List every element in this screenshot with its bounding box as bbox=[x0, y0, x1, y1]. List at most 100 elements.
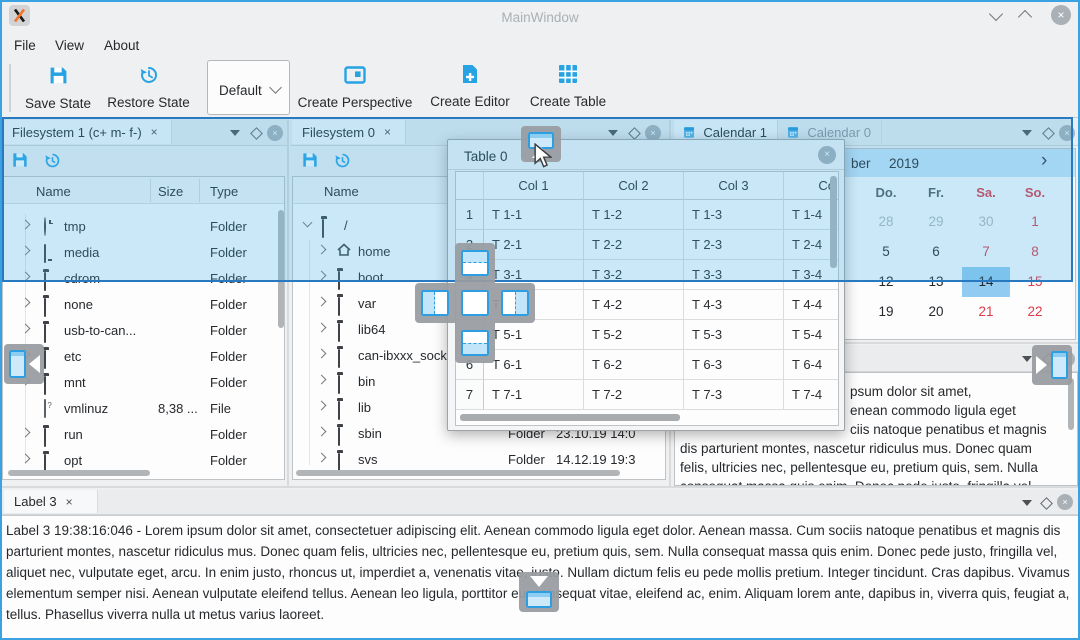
table-cell[interactable]: T 5-1 bbox=[484, 320, 584, 350]
create-editor-button[interactable]: Create Editor bbox=[424, 62, 516, 116]
table-row[interactable]: cdrom Folder bbox=[3, 264, 277, 290]
tab-close-icon[interactable]: × bbox=[66, 496, 73, 508]
panel-close-icon[interactable]: × bbox=[1057, 494, 1073, 510]
table-cell[interactable]: T 2-3 bbox=[684, 230, 784, 260]
restore-state-button[interactable]: Restore State bbox=[101, 62, 196, 116]
table-cell[interactable]: T 7-2 bbox=[584, 380, 684, 410]
expander-icon[interactable] bbox=[317, 271, 327, 281]
floating-titlebar[interactable]: Table 0 × bbox=[448, 140, 844, 170]
perspective-combobox[interactable]: Default bbox=[207, 60, 290, 115]
expander-icon[interactable] bbox=[317, 401, 327, 411]
expander-icon[interactable] bbox=[21, 246, 31, 256]
year-label[interactable]: 2019 bbox=[889, 154, 919, 173]
expander-icon[interactable] bbox=[317, 453, 327, 463]
day-cell[interactable]: 13 bbox=[912, 267, 960, 297]
day-cell[interactable]: 6 bbox=[912, 237, 960, 267]
dock-indicator-bottom[interactable] bbox=[455, 323, 495, 363]
table-cell[interactable]: T 3-3 bbox=[684, 260, 784, 290]
day-cell[interactable]: 12 bbox=[862, 267, 910, 297]
undock-icon[interactable] bbox=[250, 127, 263, 140]
expander-icon[interactable] bbox=[21, 454, 31, 464]
day-cell[interactable]: 28 bbox=[862, 207, 910, 237]
create-table-button[interactable]: Create Table bbox=[524, 62, 612, 116]
dock-indicator-center[interactable] bbox=[455, 283, 495, 323]
day-cell[interactable]: 30 bbox=[962, 207, 1010, 237]
fs1-col-size[interactable]: Size bbox=[158, 183, 183, 200]
expander-icon[interactable] bbox=[317, 375, 327, 385]
panel-menu-icon[interactable] bbox=[608, 130, 618, 136]
table-cell[interactable]: T 7-1 bbox=[484, 380, 584, 410]
panel-menu-icon[interactable] bbox=[230, 130, 240, 136]
day-cell[interactable]: 15 bbox=[1011, 267, 1059, 297]
fs1-col-type[interactable]: Type bbox=[210, 183, 238, 200]
fs0-restore-icon[interactable] bbox=[334, 152, 351, 174]
expander-icon[interactable] bbox=[21, 272, 31, 282]
fs0-hscrollbar[interactable] bbox=[296, 470, 620, 476]
table-row[interactable]: etc Folder bbox=[3, 342, 277, 368]
table-row[interactable]: tmp Folder bbox=[3, 212, 277, 238]
save-state-button[interactable]: Save State bbox=[18, 62, 98, 116]
fs1-vscrollbar[interactable] bbox=[278, 210, 284, 328]
splitter-handle[interactable] bbox=[287, 120, 289, 486]
textpanel-vscrollbar[interactable] bbox=[1068, 378, 1074, 430]
expander-icon[interactable] bbox=[21, 298, 31, 308]
month-label[interactable]: ber bbox=[851, 154, 871, 173]
expander-icon[interactable] bbox=[317, 297, 327, 307]
tab-close-icon[interactable]: × bbox=[151, 126, 158, 138]
panel-menu-icon[interactable] bbox=[1022, 500, 1032, 506]
table-cell[interactable]: T 3-2 bbox=[584, 260, 684, 290]
expander-icon[interactable] bbox=[21, 324, 31, 334]
table-cell[interactable]: T 5-2 bbox=[584, 320, 684, 350]
day-cell[interactable]: 5 bbox=[862, 237, 910, 267]
expander-icon[interactable] bbox=[317, 245, 327, 255]
table-cell[interactable]: T 2-2 bbox=[584, 230, 684, 260]
undock-icon[interactable] bbox=[1042, 127, 1055, 140]
panel-close-icon[interactable]: × bbox=[1059, 125, 1075, 141]
menu-view[interactable]: View bbox=[55, 36, 84, 55]
row-header[interactable]: 7 bbox=[456, 380, 484, 410]
table-cell[interactable]: T 6-2 bbox=[584, 350, 684, 380]
table-row[interactable]: vmlinuz 8,38 ... File bbox=[3, 394, 277, 420]
day-cell[interactable]: 1 bbox=[1011, 207, 1059, 237]
tab-filesystem-1[interactable]: Filesystem 1 (c+ m- f-) × bbox=[2, 120, 172, 144]
fs0-col-name[interactable]: Name bbox=[324, 183, 359, 200]
menu-about[interactable]: About bbox=[104, 36, 139, 55]
day-cell[interactable]: 22 bbox=[1011, 297, 1059, 327]
row-header[interactable]: 1 bbox=[456, 200, 484, 230]
table-row[interactable]: media Folder bbox=[3, 238, 277, 264]
toolbar-handle[interactable] bbox=[9, 64, 11, 112]
table-cell[interactable]: T 5-4 bbox=[784, 320, 839, 350]
day-cell[interactable]: 8 bbox=[1011, 237, 1059, 267]
menu-file[interactable]: File bbox=[14, 36, 36, 55]
expander-icon[interactable] bbox=[317, 323, 327, 333]
create-perspective-button[interactable]: Create Perspective bbox=[297, 62, 413, 116]
undock-icon[interactable] bbox=[1040, 497, 1053, 510]
next-month-icon[interactable]: › bbox=[1041, 150, 1047, 172]
day-cell[interactable]: 29 bbox=[912, 207, 960, 237]
panel-menu-icon[interactable] bbox=[1022, 130, 1032, 136]
day-cell[interactable]: 21 bbox=[962, 297, 1010, 327]
fs1-hscrollbar[interactable] bbox=[8, 470, 150, 476]
close-icon[interactable]: × bbox=[1051, 5, 1071, 25]
floating-close-icon[interactable]: × bbox=[818, 146, 836, 164]
panel-menu-icon[interactable] bbox=[1022, 356, 1032, 362]
table-cell[interactable]: T 1-3 bbox=[684, 200, 784, 230]
table-cell[interactable]: T 6-3 bbox=[684, 350, 784, 380]
dock-indicator-top[interactable] bbox=[455, 243, 495, 283]
table-row[interactable]: svs Folder 14.12.19 19:3 bbox=[293, 445, 664, 471]
table-cell[interactable]: T 4-2 bbox=[584, 290, 684, 320]
table-cell[interactable]: T 6-4 bbox=[784, 350, 839, 380]
table-cell[interactable]: T 1-2 bbox=[584, 200, 684, 230]
table-cell[interactable]: T 4-4 bbox=[784, 290, 839, 320]
splitter-handle[interactable] bbox=[0, 486, 1080, 488]
expander-icon[interactable] bbox=[21, 220, 31, 230]
col-header[interactable]: Col 3 bbox=[684, 172, 784, 200]
fs1-col-name[interactable]: Name bbox=[36, 183, 71, 200]
fs0-save-icon[interactable] bbox=[302, 152, 318, 173]
table-cell[interactable]: T 6-1 bbox=[484, 350, 584, 380]
dock-indicator-left[interactable] bbox=[415, 283, 455, 323]
table0-vscrollbar[interactable] bbox=[830, 176, 837, 268]
undock-icon[interactable] bbox=[628, 127, 641, 140]
day-cell[interactable]: 7 bbox=[962, 237, 1010, 267]
table-cell[interactable]: T 2-1 bbox=[484, 230, 584, 260]
